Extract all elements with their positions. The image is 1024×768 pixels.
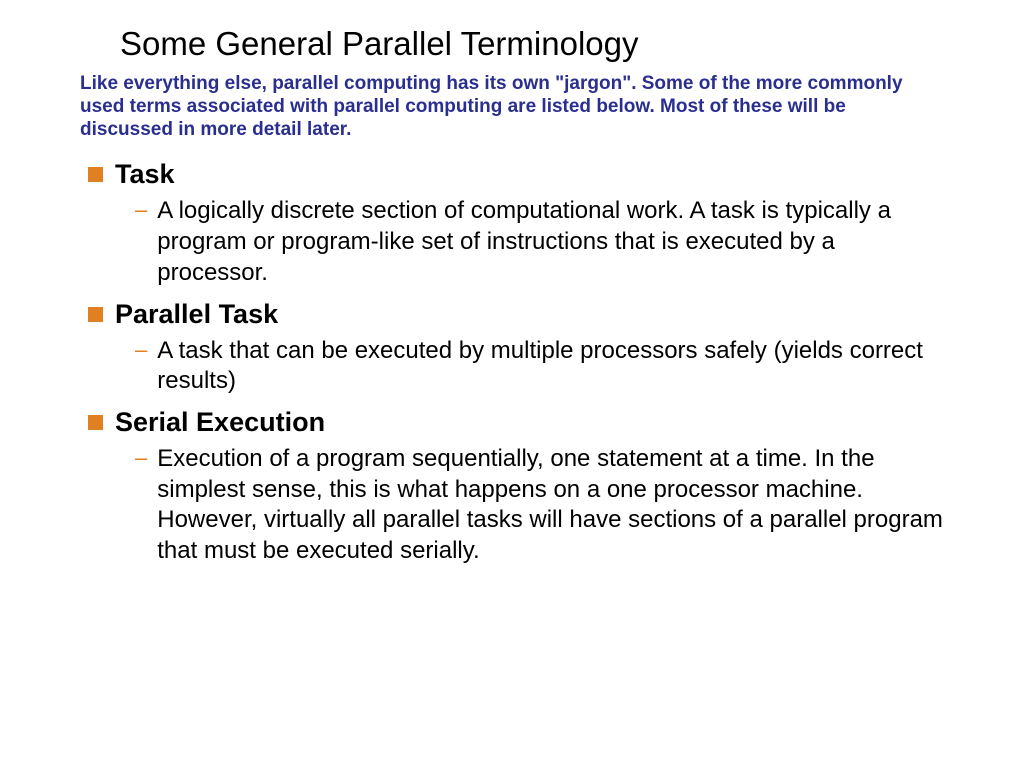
term-header: Parallel Task (80, 299, 944, 330)
term-item: Task – A logically discrete section of c… (80, 159, 944, 288)
square-bullet-icon (88, 307, 103, 322)
term-name: Parallel Task (115, 299, 278, 330)
term-desc-row: – A task that can be executed by multipl… (135, 336, 944, 397)
term-desc: Execution of a program sequentially, one… (157, 444, 944, 567)
term-desc: A logically discrete section of computat… (157, 196, 944, 288)
slide-title: Some General Parallel Terminology (120, 25, 944, 63)
term-item: Serial Execution – Execution of a progra… (80, 407, 944, 567)
term-desc-row: – A logically discrete section of comput… (135, 196, 944, 288)
term-name: Serial Execution (115, 407, 325, 438)
dash-bullet-icon: – (135, 196, 147, 225)
square-bullet-icon (88, 415, 103, 430)
slide-container: Some General Parallel Terminology Like e… (0, 0, 1024, 567)
term-desc: A task that can be executed by multiple … (157, 336, 944, 397)
term-item: Parallel Task – A task that can be execu… (80, 299, 944, 397)
term-header: Task (80, 159, 944, 190)
term-desc-row: – Execution of a program sequentially, o… (135, 444, 944, 567)
intro-text: Like everything else, parallel computing… (80, 73, 944, 141)
square-bullet-icon (88, 167, 103, 182)
dash-bullet-icon: – (135, 444, 147, 473)
dash-bullet-icon: – (135, 336, 147, 365)
term-header: Serial Execution (80, 407, 944, 438)
term-name: Task (115, 159, 175, 190)
